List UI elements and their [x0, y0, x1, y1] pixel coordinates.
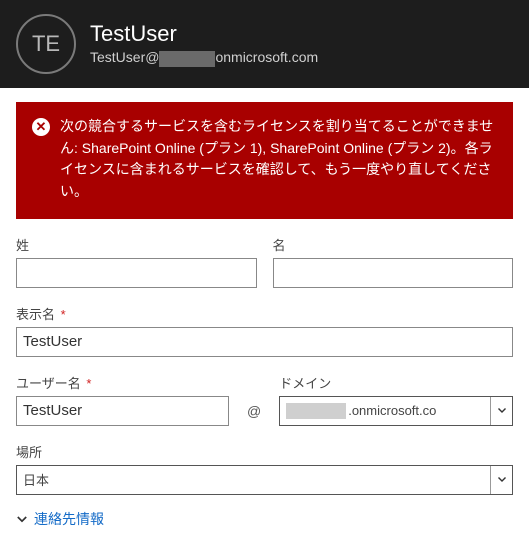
domain-suffix-text: .onmicrosoft.co — [348, 403, 436, 418]
contact-info-link[interactable]: 連絡先情報 — [34, 509, 104, 529]
user-name-label: ユーザー名 * — [16, 373, 229, 392]
content: ✕ 次の競合するサービスを含むライセンスを割り当てることができません: Shar… — [0, 88, 529, 545]
chevron-down-icon — [490, 397, 512, 425]
display-name-label: 表示名 * — [16, 304, 513, 323]
first-name-label: 名 — [273, 235, 514, 254]
error-alert: ✕ 次の競合するサービスを含むライセンスを割り当てることができません: Shar… — [16, 102, 513, 219]
email-prefix: TestUser@ — [90, 49, 159, 65]
display-name-input[interactable] — [16, 327, 513, 357]
page-header: TE TestUser TestUser@xxxxxxxxonmicrosoft… — [0, 0, 529, 88]
display-name-label-text: 表示名 — [16, 307, 55, 322]
at-symbol: @ — [245, 396, 263, 426]
user-email: TestUser@xxxxxxxxonmicrosoft.com — [90, 49, 318, 66]
user-meta: TestUser TestUser@xxxxxxxxonmicrosoft.co… — [90, 21, 318, 66]
required-mark: * — [86, 376, 91, 391]
domain-select[interactable]: .onmicrosoft.co — [279, 396, 513, 426]
error-message: 次の競合するサービスを含むライセンスを割り当てることができません: ShareP… — [60, 116, 497, 203]
chevron-down-icon — [490, 466, 512, 494]
first-name-input[interactable] — [273, 258, 514, 288]
email-suffix: onmicrosoft.com — [215, 49, 318, 65]
domain-label: ドメイン — [279, 373, 513, 392]
domain-redacted — [286, 403, 346, 419]
last-name-input[interactable] — [16, 258, 257, 288]
last-name-label: 姓 — [16, 235, 257, 254]
user-name-input[interactable] — [16, 396, 229, 426]
error-icon: ✕ — [32, 118, 50, 136]
domain-select-value: .onmicrosoft.co — [280, 403, 490, 419]
user-name-label-text: ユーザー名 — [16, 376, 81, 391]
location-label: 場所 — [16, 442, 513, 461]
chevron-down-icon — [16, 513, 28, 525]
avatar: TE — [16, 14, 76, 74]
email-redacted: xxxxxxxx — [159, 51, 215, 67]
avatar-initials: TE — [32, 31, 60, 57]
required-mark: * — [61, 307, 66, 322]
location-select[interactable]: 日本 — [16, 465, 513, 495]
location-select-value: 日本 — [17, 470, 490, 489]
user-display-name: TestUser — [90, 21, 318, 47]
contact-info-row[interactable]: 連絡先情報 — [16, 509, 513, 531]
